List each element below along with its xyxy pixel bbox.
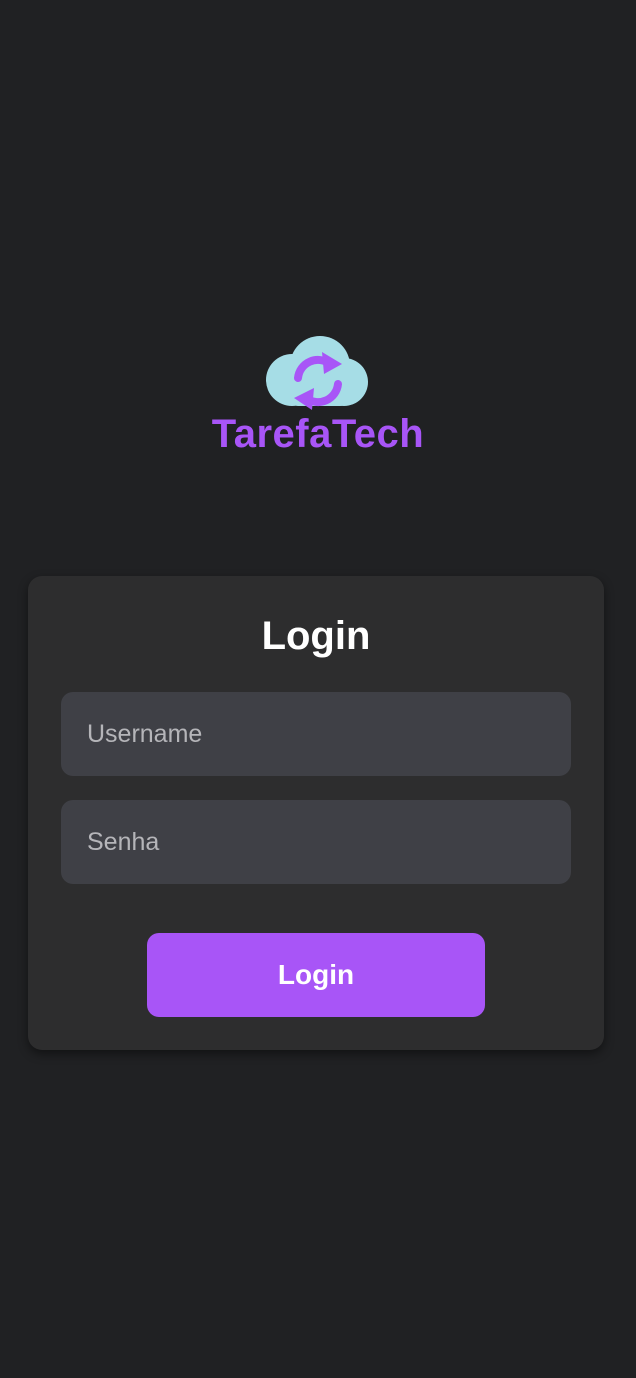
login-title: Login xyxy=(261,614,371,658)
brand-name: TarefaTech xyxy=(211,412,425,456)
login-card: Login Login xyxy=(28,576,604,1050)
brand-logo: TarefaTech xyxy=(0,326,636,456)
login-button[interactable]: Login xyxy=(147,933,485,1017)
cloud-sync-icon xyxy=(266,336,368,410)
username-input[interactable] xyxy=(61,692,571,776)
login-screen: TarefaTech Login Login xyxy=(0,0,636,1378)
password-input[interactable] xyxy=(61,800,571,884)
